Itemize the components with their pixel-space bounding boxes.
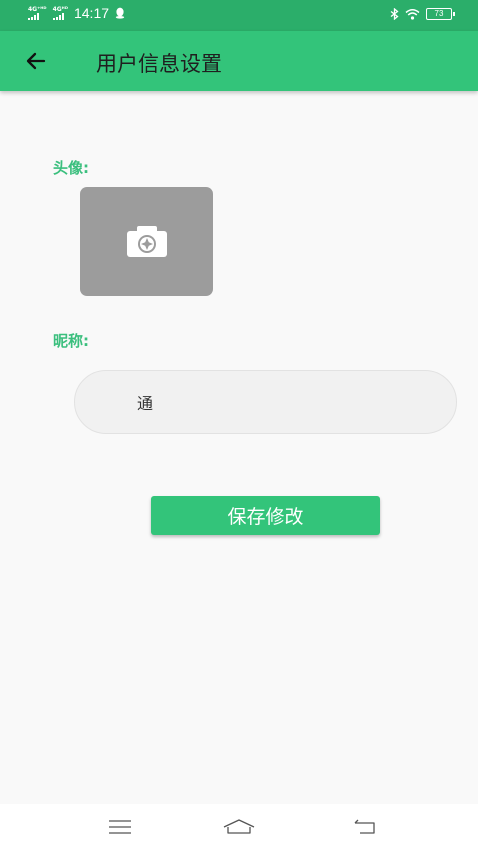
back-button[interactable] [18, 43, 54, 79]
nickname-input[interactable] [137, 371, 437, 433]
status-time: 14:17 [73, 5, 110, 21]
battery-icon: 73 [426, 8, 455, 20]
qq-notification-icon [115, 7, 125, 19]
nickname-label: 昵称: [53, 332, 89, 350]
back-icon [354, 819, 375, 834]
signal-sim1: 4G⁺ᴴᴰ [28, 6, 47, 20]
sim2-label: 4Gᴴᴰ [52, 6, 68, 13]
bluetooth-icon [390, 8, 399, 20]
wifi-icon [405, 9, 420, 20]
menu-icon [109, 820, 131, 834]
battery-level: 73 [434, 9, 444, 18]
system-nav-bar [0, 804, 478, 850]
save-button[interactable]: 保存修改 [151, 496, 380, 535]
avatar-label: 头像: [53, 159, 89, 177]
status-bar: 4G⁺ᴴᴰ 4Gᴴᴰ 14:17 73 [0, 0, 478, 31]
avatar-upload-button[interactable] [80, 187, 213, 296]
signal-bars-icon [28, 13, 39, 20]
app-bar: 用户信息设置 [0, 31, 478, 91]
sim1-label: 4G⁺ᴴᴰ [28, 6, 47, 13]
home-icon [223, 819, 255, 834]
nickname-field[interactable] [74, 370, 457, 434]
signal-sim2: 4Gᴴᴰ [52, 6, 68, 20]
nav-menu-button[interactable] [100, 812, 140, 842]
page-title: 用户信息设置 [96, 52, 222, 76]
status-right: 73 [390, 8, 455, 20]
arrow-left-icon [26, 52, 46, 70]
nav-home-button[interactable] [219, 812, 259, 842]
signal-bars-icon [52, 13, 64, 20]
status-left: 4G⁺ᴴᴰ 4Gᴴᴰ 14:17 [28, 5, 125, 21]
camera-icon [126, 225, 167, 257]
nav-back-button[interactable] [345, 812, 385, 842]
